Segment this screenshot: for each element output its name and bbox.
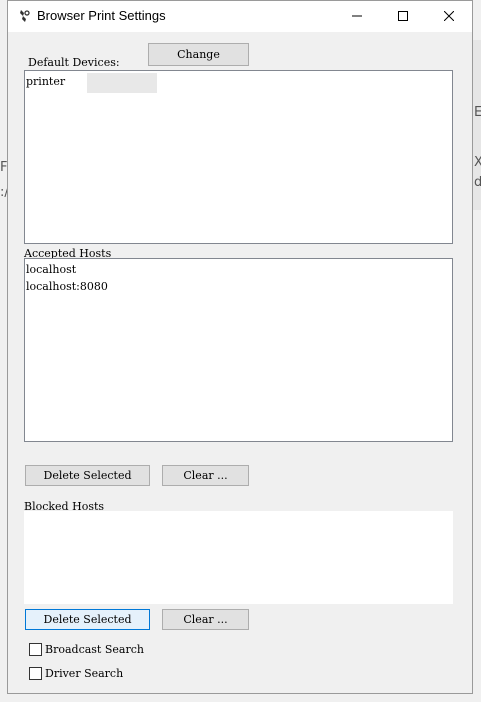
close-button[interactable] [426, 1, 472, 32]
window-title: Browser Print Settings [37, 8, 166, 23]
broadcast-search-checkbox[interactable] [29, 643, 42, 656]
minimize-button[interactable] [334, 1, 380, 32]
settings-window: Browser Print Settings Default Devices: … [7, 0, 473, 694]
redacted-region [87, 73, 157, 93]
driver-search-checkbox[interactable] [29, 667, 42, 680]
blocked-delete-selected-button[interactable]: Delete Selected [25, 609, 150, 630]
default-devices-label: Default Devices: [28, 56, 120, 69]
default-devices-list[interactable]: printer [24, 70, 453, 244]
minimize-icon [352, 8, 362, 26]
driver-search-label[interactable]: Driver Search [45, 667, 123, 680]
list-item[interactable]: localhost:8080 [26, 280, 108, 293]
accepted-clear-button[interactable]: Clear ... [162, 465, 249, 486]
list-item[interactable]: printer [26, 75, 65, 88]
background-text-fragment: d [474, 175, 481, 190]
maximize-icon [398, 8, 408, 26]
accepted-hosts-list[interactable]: localhost localhost:8080 [24, 258, 453, 442]
title-bar[interactable]: Browser Print Settings [8, 1, 472, 32]
change-button[interactable]: Change [148, 43, 249, 66]
blocked-clear-button[interactable]: Clear ... [162, 609, 249, 630]
settings-icon [17, 8, 33, 24]
list-item[interactable]: localhost [26, 263, 76, 276]
close-icon [443, 8, 455, 26]
accepted-delete-selected-button[interactable]: Delete Selected [25, 465, 150, 486]
background-text-fragment: E [474, 105, 481, 120]
broadcast-search-label[interactable]: Broadcast Search [45, 643, 144, 656]
blocked-hosts-list[interactable] [24, 511, 453, 604]
maximize-button[interactable] [380, 1, 426, 32]
background-text-fragment: X [474, 155, 481, 170]
